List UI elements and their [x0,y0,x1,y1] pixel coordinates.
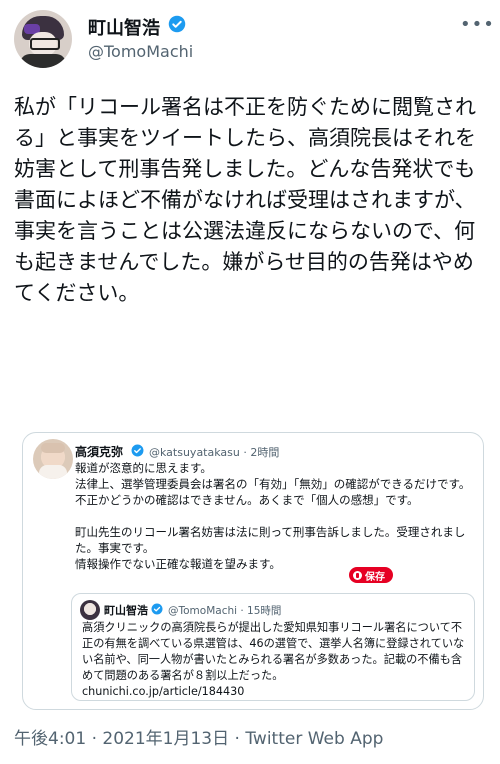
tweet-source[interactable]: Twitter Web App [245,729,383,749]
tweet-text: 私が「リコール署名は不正を防ぐために閲覧される」と事実をツイートしたら、高須院長… [14,95,476,305]
tweet-meta: 午後4:01 · 2021年1月13日 · Twitter Web App [14,724,383,749]
nested-author-avatar[interactable] [80,600,100,620]
tweet-header: 町山智浩 @TomoMachi ••• [0,0,500,80]
author-name[interactable]: 町山智浩 [88,14,160,40]
author-handle[interactable]: @TomoMachi [88,42,193,61]
nested-author-handle[interactable]: @TomoMachi · 15時間 [168,603,281,618]
save-button-label: 保存 [365,571,385,583]
meta-separator: · [86,729,103,749]
quoted-author-handle[interactable]: @katsuyatakasu · 2時間 [149,444,279,460]
nested-verified-badge-icon [151,603,163,615]
tweet-date[interactable]: 2021年1月13日 [102,729,229,749]
meta-separator: · [229,729,246,749]
author-avatar[interactable] [14,10,72,68]
more-options-icon[interactable]: ••• [460,14,495,35]
quoted-author-name[interactable]: 高須克弥 [75,443,123,460]
tweet-time[interactable]: 午後4:01 [14,729,86,749]
quoted-author-avatar[interactable] [33,439,73,479]
quoted-tweet[interactable]: 高須克弥 @katsuyatakasu · 2時間 報道が恣意的に思えます。 法… [22,432,484,710]
quoted-verified-badge-icon [131,444,144,457]
pinterest-icon [353,570,362,580]
quoted-tweet-text: 報道が恣意的に思えます。 法律上、選挙管理委員会は署名の「有効」「無効」の確認が… [75,461,471,571]
nested-tweet-text: 高須クリニックの高須院長らが提出した愛知県知事リコール署名について不正の有無を調… [82,621,465,698]
nested-quoted-tweet[interactable]: 町山智浩 @TomoMachi · 15時間 高須クリニックの高須院長らが提出し… [71,593,475,701]
pinterest-save-button[interactable]: 保存 [349,567,393,583]
verified-badge-icon [168,15,186,33]
nested-author-name[interactable]: 町山智浩 [104,602,148,618]
